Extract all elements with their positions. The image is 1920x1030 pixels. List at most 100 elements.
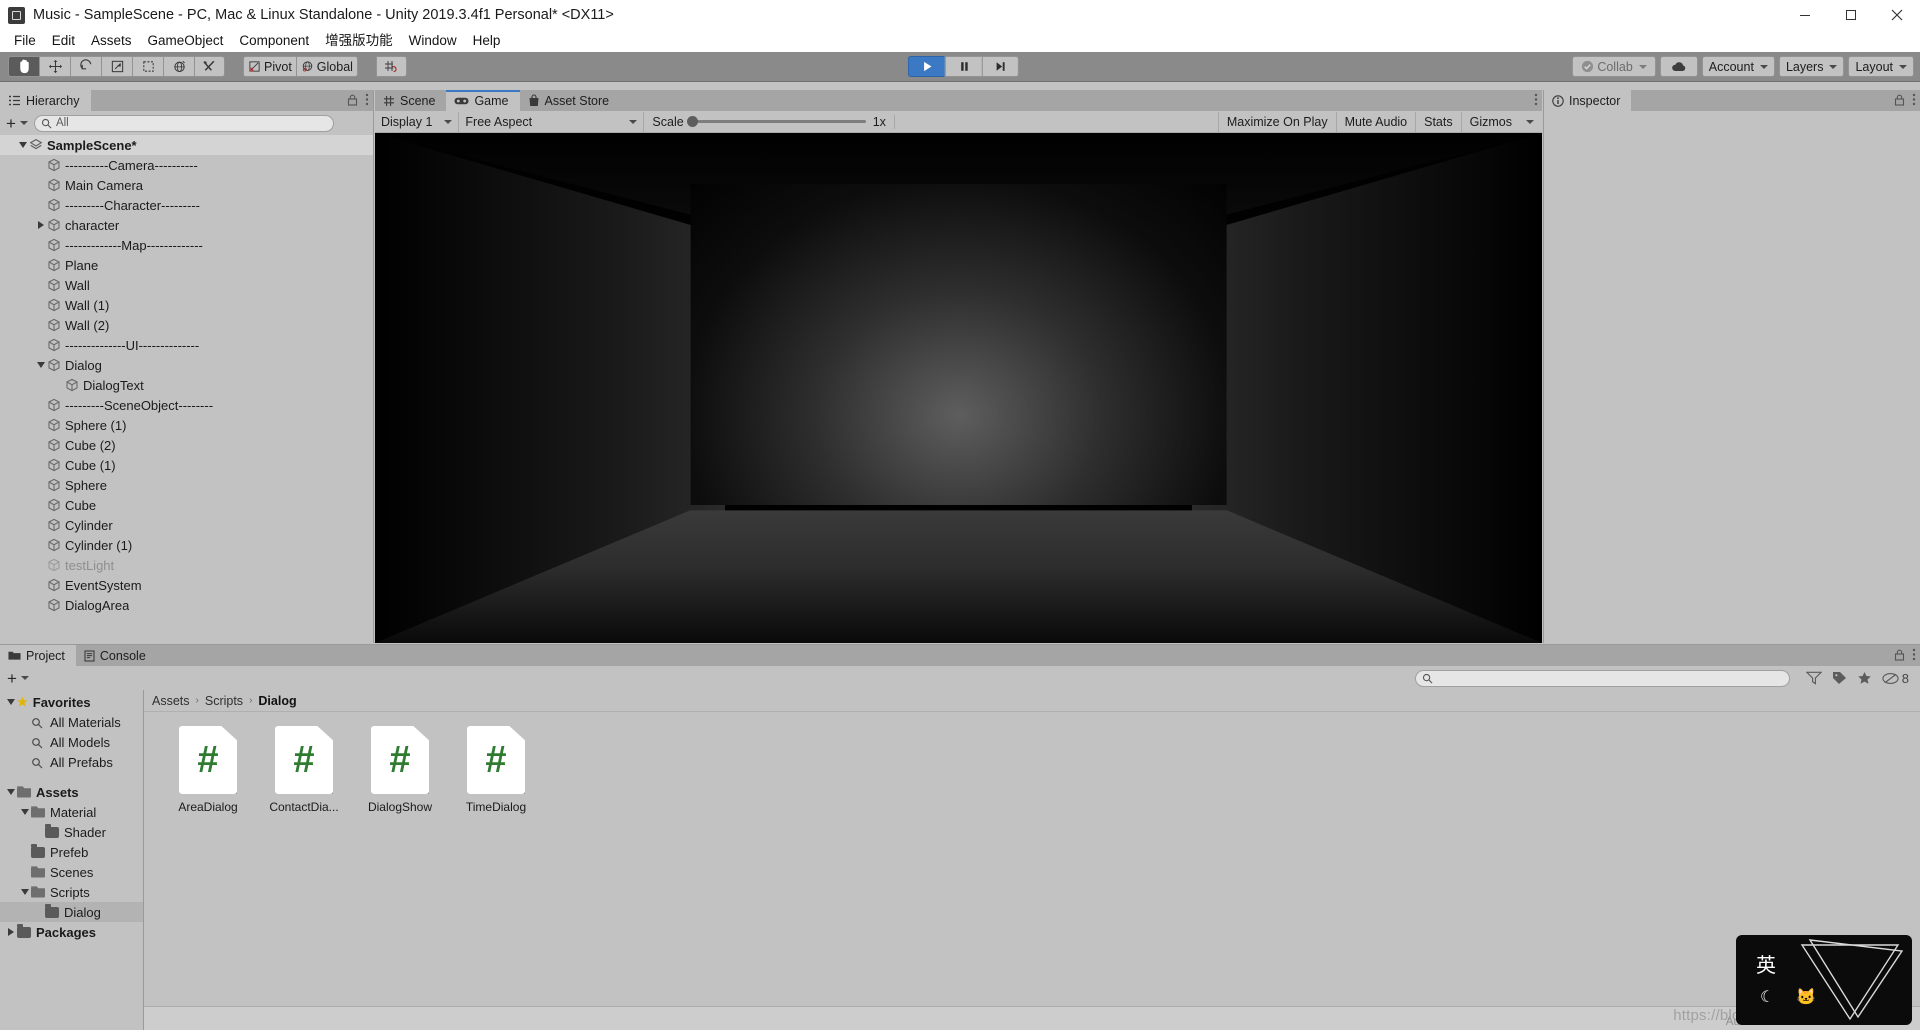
move-tool-button[interactable] bbox=[39, 56, 70, 77]
hierarchy-item[interactable]: Cylinder bbox=[0, 515, 373, 535]
menu-component[interactable]: Component bbox=[231, 30, 317, 52]
account-dropdown[interactable]: Account bbox=[1701, 56, 1775, 77]
hierarchy-list[interactable]: SampleScene* ----------Camera---------- Ma… bbox=[0, 135, 373, 643]
menu-assets[interactable]: Assets bbox=[83, 30, 140, 52]
hierarchy-item[interactable]: Wall (2) bbox=[0, 315, 373, 335]
display-dropdown[interactable]: Display 1 bbox=[375, 111, 460, 132]
project-tree-item[interactable]: Shader bbox=[0, 822, 143, 842]
asset-item[interactable]: # ContactDia... bbox=[262, 726, 346, 814]
search-filter-icon[interactable] bbox=[1805, 671, 1822, 685]
asset-item[interactable]: # AreaDialog bbox=[166, 726, 250, 814]
step-button[interactable] bbox=[981, 56, 1019, 77]
tree-expand-arrow[interactable] bbox=[18, 809, 31, 815]
tree-expand-arrow[interactable] bbox=[4, 789, 17, 795]
asset-item[interactable]: # TimeDialog bbox=[454, 726, 538, 814]
hand-tool-button[interactable] bbox=[8, 56, 39, 77]
project-tree-item[interactable]: Scenes bbox=[0, 862, 143, 882]
tab-inspector[interactable]: Inspector bbox=[1544, 90, 1632, 111]
hierarchy-item[interactable]: Sphere (1) bbox=[0, 415, 373, 435]
menu-gameobject[interactable]: GameObject bbox=[140, 30, 232, 52]
tab-game[interactable]: Game bbox=[446, 90, 520, 111]
rect-tool-button[interactable] bbox=[132, 56, 163, 77]
tree-expand-arrow[interactable] bbox=[4, 699, 17, 705]
pivot-toggle-button[interactable]: Pivot bbox=[243, 56, 296, 77]
custom-tool-button[interactable] bbox=[194, 56, 225, 77]
breadcrumb-item[interactable]: Assets bbox=[152, 694, 190, 708]
gizmos-dropdown[interactable]: Gizmos bbox=[1460, 111, 1542, 132]
project-tree-item[interactable]: Assets bbox=[0, 782, 143, 802]
hierarchy-item[interactable]: -------------Map------------- bbox=[0, 235, 373, 255]
global-toggle-button[interactable]: Global bbox=[295, 56, 358, 77]
project-tree-item[interactable]: Scripts bbox=[0, 882, 143, 902]
hierarchy-expand-arrow[interactable] bbox=[34, 221, 47, 229]
hierarchy-item[interactable]: Cube (2) bbox=[0, 435, 373, 455]
hierarchy-item[interactable]: Plane bbox=[0, 255, 373, 275]
hierarchy-item[interactable]: character bbox=[0, 215, 373, 235]
grid-snap-button[interactable] bbox=[375, 56, 407, 77]
inspector-menu-icon[interactable] bbox=[1912, 93, 1916, 106]
play-button[interactable] bbox=[907, 56, 945, 77]
hierarchy-item[interactable]: ----------Camera---------- bbox=[0, 155, 373, 175]
project-tree-item[interactable]: Dialog bbox=[0, 902, 143, 922]
label-filter-icon[interactable] bbox=[1832, 671, 1847, 685]
hierarchy-item[interactable]: Cylinder (1) bbox=[0, 535, 373, 555]
layout-dropdown[interactable]: Layout bbox=[1848, 56, 1914, 77]
hierarchy-expand-arrow[interactable] bbox=[34, 362, 47, 368]
layers-dropdown[interactable]: Layers bbox=[1778, 56, 1845, 77]
hierarchy-item[interactable]: Sphere bbox=[0, 475, 373, 495]
hierarchy-item[interactable]: EventSystem bbox=[0, 575, 373, 595]
project-search-input[interactable] bbox=[1414, 669, 1790, 687]
hierarchy-item[interactable]: Wall bbox=[0, 275, 373, 295]
hierarchy-item[interactable]: Cube (1) bbox=[0, 455, 373, 475]
hierarchy-item[interactable]: SampleScene* bbox=[0, 135, 373, 155]
pause-button[interactable] bbox=[944, 56, 982, 77]
cloud-icon[interactable] bbox=[1659, 56, 1698, 77]
breadcrumb-item[interactable]: Dialog bbox=[258, 694, 296, 708]
menu-enhanced[interactable]: 增强版功能 bbox=[317, 30, 401, 52]
ime-indicator[interactable]: 英 ☾ 🐱 bbox=[1736, 935, 1912, 1025]
tab-project[interactable]: Project bbox=[0, 645, 76, 666]
lock-icon[interactable] bbox=[347, 94, 358, 106]
inspector-lock-icon[interactable] bbox=[1894, 94, 1905, 106]
close-icon[interactable] bbox=[1874, 0, 1920, 30]
hierarchy-item[interactable]: ---------SceneObject-------- bbox=[0, 395, 373, 415]
collab-button[interactable]: Collab bbox=[1572, 56, 1656, 77]
maximize-icon[interactable] bbox=[1828, 0, 1874, 30]
breadcrumb[interactable]: Assets › Scripts › Dialog bbox=[144, 690, 1920, 712]
tab-hierarchy[interactable]: Hierarchy bbox=[0, 90, 91, 111]
hierarchy-item[interactable]: DialogArea bbox=[0, 595, 373, 615]
project-tree-item[interactable]: Packages bbox=[0, 922, 143, 942]
hierarchy-expand-arrow[interactable] bbox=[16, 142, 29, 148]
hierarchy-item[interactable]: Main Camera bbox=[0, 175, 373, 195]
game-panel-menu-icon[interactable] bbox=[1534, 93, 1538, 106]
asset-grid[interactable]: # AreaDialog # ContactDia... # DialogShow # Tim… bbox=[144, 712, 1920, 1006]
aspect-dropdown[interactable]: Free Aspect bbox=[459, 111, 645, 132]
project-menu-icon[interactable] bbox=[1912, 648, 1916, 661]
breadcrumb-item[interactable]: Scripts bbox=[205, 694, 243, 708]
maximize-on-play-toggle[interactable]: Maximize On Play bbox=[1217, 111, 1336, 132]
minimize-icon[interactable] bbox=[1782, 0, 1828, 30]
menu-file[interactable]: File bbox=[6, 30, 44, 52]
hierarchy-item[interactable]: testLight bbox=[0, 555, 373, 575]
scale-slider[interactable]: Scale 1x bbox=[644, 114, 895, 129]
project-tree-item[interactable]: All Models bbox=[0, 732, 143, 752]
tree-expand-arrow[interactable] bbox=[4, 928, 17, 936]
hierarchy-item[interactable]: ---------Character--------- bbox=[0, 195, 373, 215]
tree-expand-arrow[interactable] bbox=[18, 889, 31, 895]
menu-edit[interactable]: Edit bbox=[44, 30, 83, 52]
hierarchy-item[interactable]: --------------UI-------------- bbox=[0, 335, 373, 355]
hierarchy-search-input[interactable]: All bbox=[33, 114, 334, 132]
project-lock-icon[interactable] bbox=[1894, 649, 1905, 661]
mute-audio-toggle[interactable]: Mute Audio bbox=[1335, 111, 1416, 132]
project-tree-item[interactable]: Material bbox=[0, 802, 143, 822]
project-tree-item[interactable]: All Materials bbox=[0, 712, 143, 732]
favorite-filter-icon[interactable] bbox=[1857, 671, 1872, 685]
asset-item[interactable]: # DialogShow bbox=[358, 726, 442, 814]
project-add-button[interactable]: + bbox=[5, 670, 31, 687]
hierarchy-item[interactable]: Dialog bbox=[0, 355, 373, 375]
project-tree-item[interactable]: All Prefabs bbox=[0, 752, 143, 772]
scale-tool-button[interactable] bbox=[101, 56, 132, 77]
scale-slider-knob[interactable] bbox=[686, 116, 698, 127]
rotate-tool-button[interactable] bbox=[70, 56, 101, 77]
stats-toggle[interactable]: Stats bbox=[1415, 111, 1461, 132]
